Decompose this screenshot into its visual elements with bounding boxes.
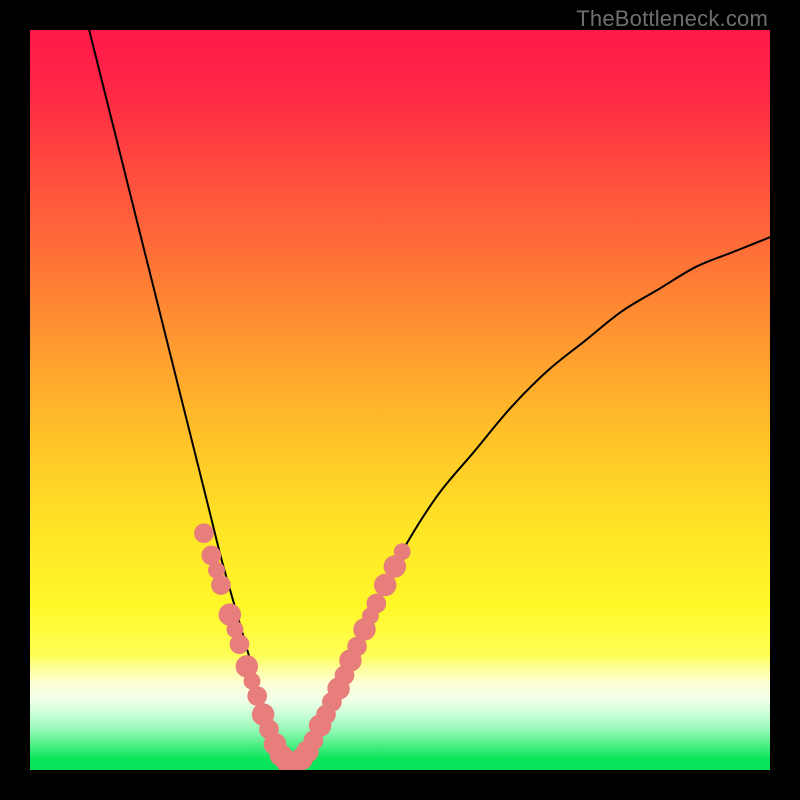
curve-markers (30, 30, 770, 770)
plot-area (30, 30, 770, 770)
watermark-text: TheBottleneck.com (576, 6, 768, 32)
chart-frame: TheBottleneck.com (0, 0, 800, 800)
